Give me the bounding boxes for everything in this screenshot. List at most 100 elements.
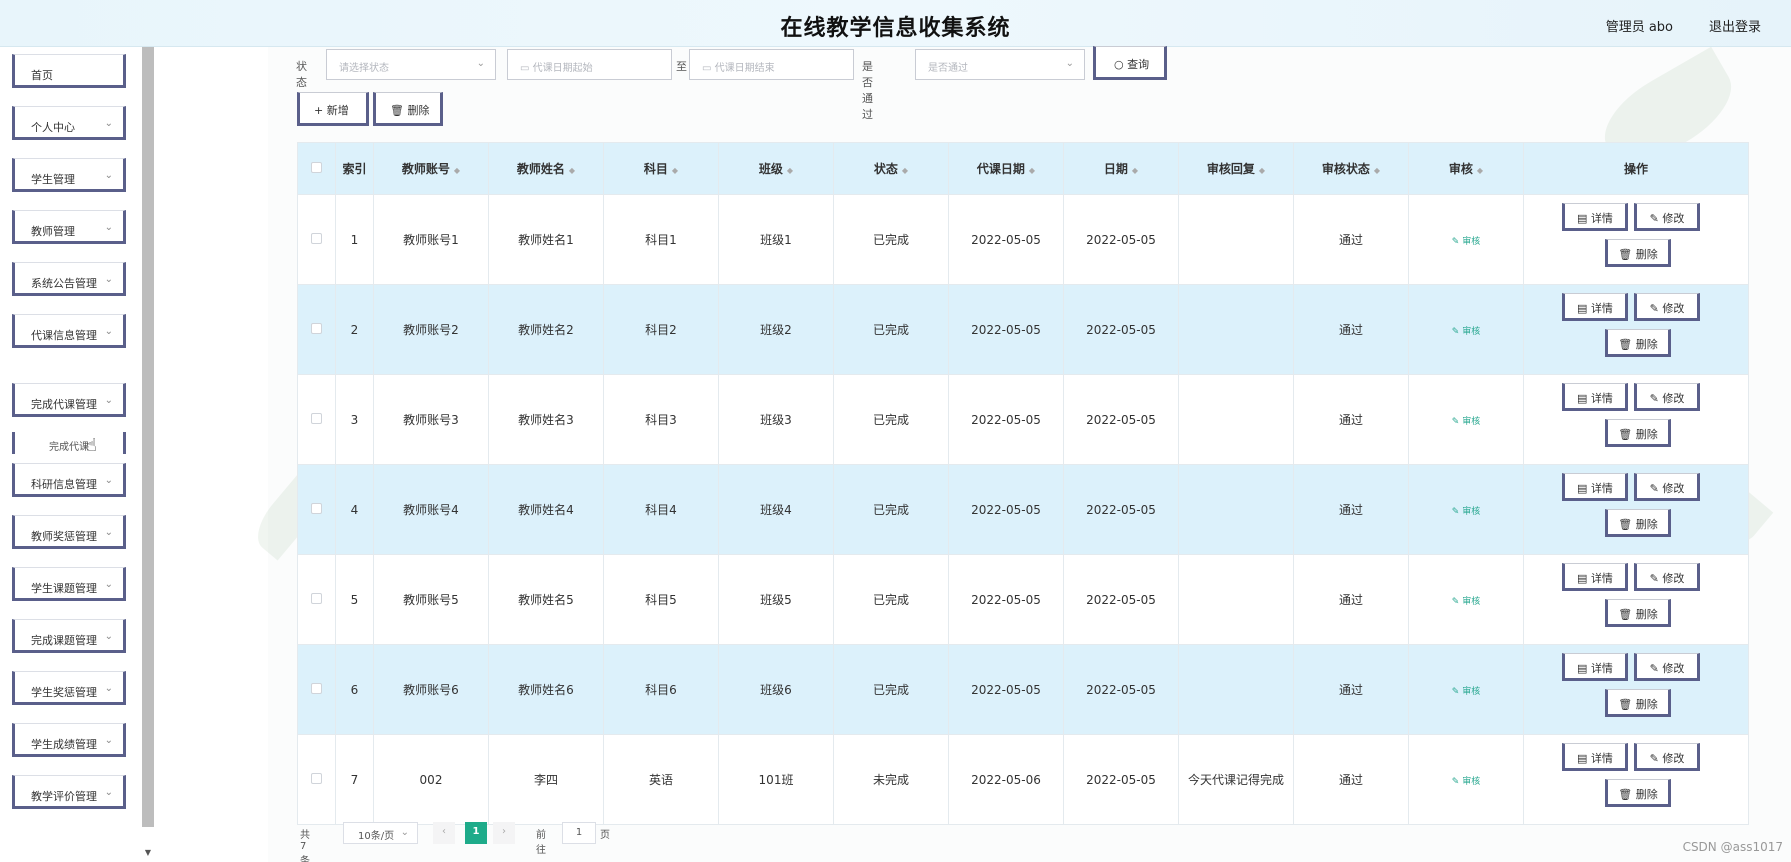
- col-subject[interactable]: 科目 ◆: [603, 142, 719, 195]
- add-button[interactable]: + 新增: [297, 92, 369, 126]
- page-size-select[interactable]: 10条/页 ⌄: [343, 822, 418, 844]
- date-end-input[interactable]: ▭ 代课日期结束: [689, 49, 854, 80]
- sort-icon[interactable]: ◆: [902, 166, 908, 175]
- sidebar-item[interactable]: 学生管理 ⌄: [12, 158, 126, 192]
- audit-link[interactable]: ✎ 审核: [1452, 777, 1480, 787]
- select-all-checkbox[interactable]: [311, 161, 322, 173]
- next-page-button[interactable]: ›: [493, 822, 515, 844]
- table-row: 6 教师账号6 教师姓名6 科目6 班级6 已完成 2022-05-05 2022-05-05…: [297, 644, 1749, 735]
- sidebar-item[interactable]: 完成课题管理 ⌄: [12, 619, 126, 653]
- edit-button[interactable]: ✎ 修改: [1634, 743, 1700, 771]
- sidebar-item[interactable]: 系统公告管理 ⌄: [12, 262, 126, 296]
- page-title: 在线教学信息收集系统: [780, 16, 1011, 41]
- audit-link[interactable]: ✎ 审核: [1452, 687, 1480, 697]
- col-class[interactable]: 班级 ◆: [718, 142, 834, 195]
- sidebar-item[interactable]: 教师管理 ⌄: [12, 210, 126, 244]
- sort-icon[interactable]: ◆: [1259, 166, 1265, 175]
- col-audit-status[interactable]: 审核状态 ◆: [1293, 142, 1409, 195]
- sidebar-item[interactable]: 教师奖惩管理 ⌄: [12, 515, 126, 549]
- delete-button[interactable]: 🗑 删除: [1605, 509, 1671, 537]
- sidebar-item[interactable]: 个人中心 ⌄: [12, 106, 126, 140]
- delete-button[interactable]: 🗑 删除: [1605, 779, 1671, 807]
- col-reply[interactable]: 审核回复 ◆: [1178, 142, 1294, 195]
- edit-button[interactable]: ✎ 修改: [1634, 203, 1700, 231]
- col-status[interactable]: 状态 ◆: [833, 142, 949, 195]
- sidebar-subitem[interactable]: 完成代课: [12, 432, 126, 454]
- cell-operations: ▤ 详情 ✎ 修改 🗑 删除: [1523, 554, 1749, 645]
- detail-button[interactable]: ▤ 详情: [1562, 473, 1628, 501]
- audit-link[interactable]: ✎ 审核: [1452, 417, 1480, 427]
- date-start-input[interactable]: ▭ 代课日期起始: [507, 49, 672, 80]
- edit-button[interactable]: ✎ 修改: [1634, 653, 1700, 681]
- scroll-down-arrow-icon[interactable]: ▼: [142, 848, 154, 862]
- batch-delete-button[interactable]: 🗑 删除: [373, 92, 443, 126]
- sort-icon[interactable]: ◆: [1477, 166, 1483, 175]
- cell-audit: ✎ 审核: [1408, 464, 1524, 555]
- sort-icon[interactable]: ◆: [454, 166, 460, 175]
- sidebar-item[interactable]: 科研信息管理 ⌄: [12, 463, 126, 497]
- sidebar-item[interactable]: 教学评价管理 ⌄: [12, 775, 126, 809]
- cell-audit-status: 通过: [1293, 554, 1409, 645]
- sidebar-item[interactable]: 代课信息管理 ⌄: [12, 314, 126, 348]
- goto-page-input[interactable]: 1: [562, 822, 596, 844]
- col-name[interactable]: 教师姓名 ◆: [488, 142, 604, 195]
- status-select[interactable]: 请选择状态 ⌄: [326, 49, 496, 80]
- sort-icon[interactable]: ◆: [1132, 166, 1138, 175]
- delete-button[interactable]: 🗑 删除: [1605, 599, 1671, 627]
- edit-button[interactable]: ✎ 修改: [1634, 563, 1700, 591]
- sort-icon[interactable]: ◆: [787, 166, 793, 175]
- edit-button[interactable]: ✎ 修改: [1634, 293, 1700, 321]
- col-sub-date[interactable]: 代课日期 ◆: [948, 142, 1064, 195]
- delete-button[interactable]: 🗑 删除: [1605, 329, 1671, 357]
- passed-select[interactable]: 是否通过 ⌄: [915, 49, 1085, 80]
- delete-button[interactable]: 🗑 删除: [1605, 689, 1671, 717]
- sort-icon[interactable]: ◆: [672, 166, 678, 175]
- cell-subject: 科目1: [603, 194, 719, 285]
- audit-link[interactable]: ✎ 审核: [1452, 237, 1480, 247]
- col-audit[interactable]: 审核 ◆: [1408, 142, 1524, 195]
- col-date[interactable]: 日期 ◆: [1063, 142, 1179, 195]
- detail-button[interactable]: ▤ 详情: [1562, 293, 1628, 321]
- document-icon: ▤: [1577, 572, 1591, 585]
- cell-audit-status: 通过: [1293, 374, 1409, 465]
- col-index[interactable]: 索引: [335, 142, 374, 195]
- delete-button[interactable]: 🗑 删除: [1605, 419, 1671, 447]
- detail-button[interactable]: ▤ 详情: [1562, 743, 1628, 771]
- sidebar-item[interactable]: 首页: [12, 54, 126, 88]
- col-account[interactable]: 教师账号 ◆: [373, 142, 489, 195]
- detail-button[interactable]: ▤ 详情: [1562, 203, 1628, 231]
- detail-button-label: 详情: [1590, 572, 1613, 585]
- cell-sub-date: 2022-05-05: [948, 464, 1064, 555]
- sort-icon[interactable]: ◆: [1029, 166, 1035, 175]
- row-checkbox[interactable]: [311, 772, 322, 784]
- prev-page-button[interactable]: ‹: [433, 822, 455, 844]
- sidebar-item[interactable]: 学生课题管理 ⌄: [12, 567, 126, 601]
- audit-link[interactable]: ✎ 审核: [1452, 507, 1480, 517]
- sidebar-item[interactable]: 完成代课管理 ⌄: [12, 383, 126, 417]
- audit-link[interactable]: ✎ 审核: [1452, 327, 1480, 337]
- row-select-cell: [297, 734, 336, 825]
- row-checkbox[interactable]: [311, 412, 322, 424]
- sidebar-item[interactable]: 学生成绩管理 ⌄: [12, 723, 126, 757]
- sidebar-item[interactable]: 学生奖惩管理 ⌄: [12, 671, 126, 705]
- row-checkbox[interactable]: [311, 502, 322, 514]
- edit-button[interactable]: ✎ 修改: [1634, 473, 1700, 501]
- page-1-button[interactable]: 1: [465, 822, 487, 844]
- cell-audit-status: 通过: [1293, 644, 1409, 735]
- row-checkbox[interactable]: [311, 322, 322, 334]
- audit-link[interactable]: ✎ 审核: [1452, 597, 1480, 607]
- edit-button[interactable]: ✎ 修改: [1634, 383, 1700, 411]
- row-checkbox[interactable]: [311, 232, 322, 244]
- detail-button[interactable]: ▤ 详情: [1562, 563, 1628, 591]
- row-checkbox[interactable]: [311, 682, 322, 694]
- delete-button[interactable]: 🗑 删除: [1605, 239, 1671, 267]
- sort-icon[interactable]: ◆: [1374, 166, 1380, 175]
- search-button[interactable]: ○ 查询: [1093, 46, 1167, 80]
- row-checkbox[interactable]: [311, 592, 322, 604]
- logout-link[interactable]: 退出登录: [1709, 16, 1761, 35]
- cell-index: 5: [335, 554, 374, 645]
- detail-button[interactable]: ▤ 详情: [1562, 653, 1628, 681]
- detail-button[interactable]: ▤ 详情: [1562, 383, 1628, 411]
- sort-icon[interactable]: ◆: [569, 166, 575, 175]
- sidebar-scrollbar[interactable]: [142, 47, 154, 827]
